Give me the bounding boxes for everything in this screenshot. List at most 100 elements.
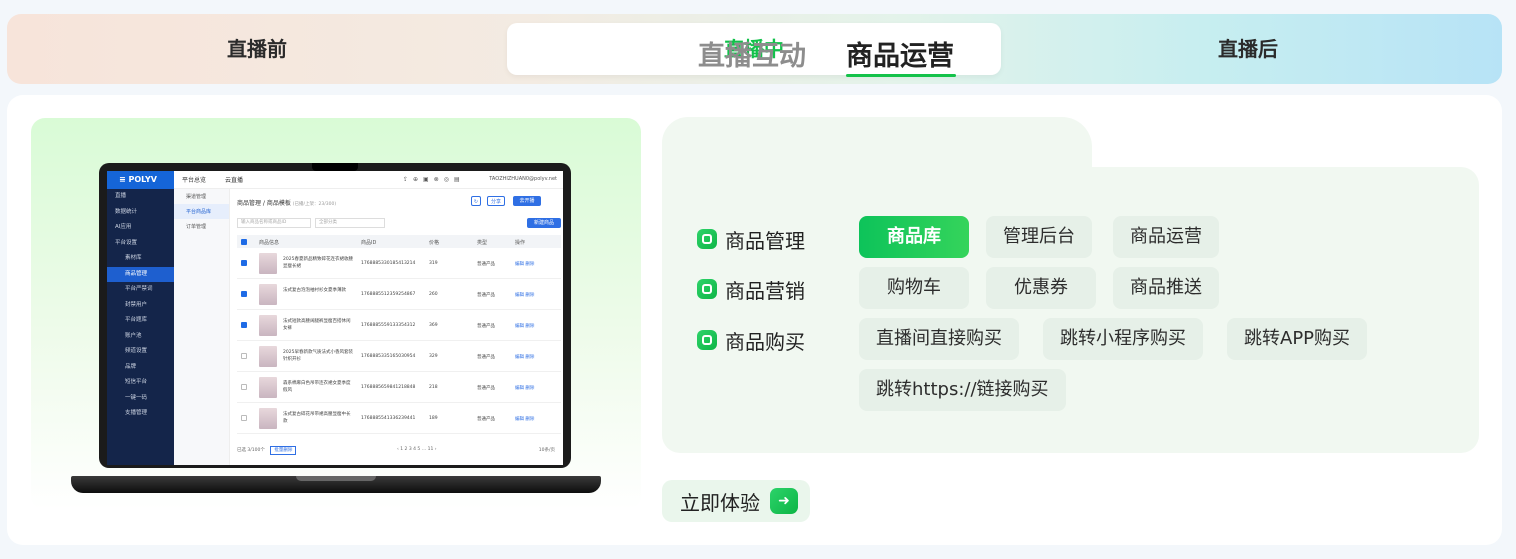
- product-id: 1768885659841218848: [361, 385, 416, 390]
- share-button: 分享: [487, 196, 505, 206]
- row-actions: 编辑 删除: [515, 417, 535, 422]
- col-header: 操作: [515, 240, 526, 246]
- product-id: 1768885559133354312: [361, 323, 416, 328]
- product-id: 1768885512359254867: [361, 292, 416, 297]
- product-id: 1768885335165030954: [361, 354, 416, 359]
- sidebar-item: 直播: [115, 193, 127, 199]
- chip-buy-via-https-link[interactable]: 跳转https://链接购买: [859, 369, 1066, 411]
- laptop-base: [71, 476, 601, 493]
- chip-buy-via-app[interactable]: 跳转APP购买: [1227, 318, 1368, 360]
- table-row: 2025春夏新品精致碎花连衣裙收腰显瘦长裙 176888533018541321…: [237, 248, 561, 279]
- table-row: 法式短款高腰阔腿裤显瘦百搭休闲女裤 1768885559133354312 36…: [237, 310, 561, 341]
- shopping-bag-icon: [697, 330, 717, 350]
- tab-before-live[interactable]: 直播前: [7, 23, 507, 75]
- col-header: 价格: [429, 240, 440, 246]
- product-price: 189: [429, 416, 438, 421]
- sub-sidebar-item: 订单管理: [186, 224, 207, 230]
- row-checkbox: [241, 415, 247, 421]
- coupon-icon: [697, 279, 717, 299]
- crumb-cloud-live: 云直播: [225, 177, 244, 184]
- screen-category-select: 全部分类: [315, 218, 385, 228]
- product-name: 法式短款高腰阔腿裤显瘦百搭休闲女裤: [283, 319, 351, 331]
- sidebar-item: 平台设置: [115, 239, 138, 246]
- screen-main: 商品管理 / 商品模板 (已播/上架：23/300) ↻ 分享 去开播 输入商品…: [230, 189, 563, 465]
- product-id: 1768885541336239441: [361, 416, 416, 421]
- table-row: 2025早春新款气质法式小香风套装针织开衫 176888533516503095…: [237, 341, 561, 372]
- product-price: 260: [429, 292, 438, 297]
- chip-coupon[interactable]: 优惠券: [986, 267, 1096, 309]
- screen-page-title: 商品管理 / 商品模板 (已播/上架：23/300): [237, 200, 337, 207]
- sidebar-item: 平台题库: [125, 317, 148, 323]
- row-actions: 编辑 删除: [515, 324, 535, 329]
- tab-after-live[interactable]: 直播后: [1001, 23, 1495, 75]
- chip-shopping-cart[interactable]: 购物车: [859, 267, 969, 309]
- row-actions: 编辑 删除: [515, 386, 535, 391]
- row-label: 商品营销: [725, 278, 805, 303]
- table-row: 法式复古泡泡袖衬衫女夏季薄款 1768885512359254867 260 普…: [237, 279, 561, 310]
- toolbar-icons: ⇪⊕▣⊗◎▤: [403, 176, 465, 183]
- product-name: 森系棉麻白色吊带连衣裙女夏季度假风: [283, 381, 351, 393]
- product-price: 218: [429, 385, 438, 390]
- sub-sidebar-item: 渠道管理: [186, 194, 207, 200]
- row-actions: 编辑 删除: [515, 262, 535, 267]
- product-name: 法式复古碎花吊带裙高腰显瘦中长款: [283, 412, 351, 424]
- product-thumbnail: [259, 284, 277, 305]
- crumb-platform: 平台总览: [182, 177, 207, 184]
- chip-admin-backend[interactable]: 管理后台: [986, 216, 1092, 258]
- batch-delete-button: 批量删除: [270, 446, 297, 455]
- col-header: 类型: [477, 240, 488, 246]
- sidebar-item: 频道设置: [125, 348, 148, 354]
- product-thumbnail: [259, 408, 277, 429]
- laptop-screen: ≡ POLYV 平台总览 云直播 ⇪⊕▣⊗◎▤ TAOZHIZHUAN0@pol…: [99, 163, 571, 468]
- try-now-button[interactable]: 立即体验 ➜: [662, 480, 810, 522]
- product-thumbnail: [259, 253, 277, 274]
- feature-card: [662, 167, 1479, 453]
- chip-buy-via-miniprogram[interactable]: 跳转小程序购买: [1043, 318, 1203, 360]
- row-checkbox: [241, 291, 247, 297]
- row-actions: 编辑 删除: [515, 355, 535, 360]
- screen-sidebar: 直播 数据统计 AI应用 平台设置 素材库 商品管理 平台严禁词 封禁用户 平台…: [107, 189, 174, 465]
- row-product-marketing: 商品营销: [697, 277, 805, 303]
- user-icon: [697, 229, 717, 249]
- arrow-right-icon: ➜: [770, 488, 798, 514]
- product-type: 普通产品: [477, 355, 495, 360]
- tab-product-operation[interactable]: 商品运营: [846, 34, 954, 73]
- admin-screen: ≡ POLYV 平台总览 云直播 ⇪⊕▣⊗◎▤ TAOZHIZHUAN0@pol…: [107, 171, 563, 465]
- chip-product-push[interactable]: 商品推送: [1113, 267, 1219, 309]
- laptop-notch: [312, 163, 358, 171]
- refresh-icon: ↻: [471, 196, 481, 206]
- row-checkbox: [241, 260, 247, 266]
- try-now-label: 立即体验: [680, 490, 760, 515]
- page-size-select: 10条/页: [538, 448, 555, 453]
- row-label: 商品管理: [725, 228, 805, 253]
- sidebar-item: 品牌: [125, 363, 137, 370]
- page-numbers: ‹ 1 2 3 4 5 … 11 ›: [397, 447, 437, 452]
- chip-buy-in-live-room[interactable]: 直播间直接购买: [859, 318, 1019, 360]
- sidebar-item: 平台严禁词: [125, 286, 153, 292]
- go-live-button: 去开播: [513, 196, 541, 206]
- sidebar-item: AI应用: [115, 224, 132, 230]
- selected-count: 已选 3/100个: [237, 448, 265, 453]
- sub-sidebar-item-active: 平台商品库: [174, 204, 229, 219]
- chip-product-library[interactable]: 商品库: [859, 216, 969, 258]
- select-all-checkbox: [241, 239, 247, 245]
- product-type: 普通产品: [477, 417, 495, 422]
- row-checkbox: [241, 353, 247, 359]
- screen-sub-sidebar: 渠道管理 平台商品库 订单管理: [174, 189, 230, 465]
- product-type: 普通产品: [477, 293, 495, 298]
- product-thumbnail: [259, 346, 277, 367]
- product-name: 法式复古泡泡袖衬衫女夏季薄款: [283, 288, 346, 293]
- polyv-logo: ≡ POLYV: [107, 171, 174, 189]
- product-price: 369: [429, 323, 438, 328]
- tab-live-interaction[interactable]: 直播互动: [698, 34, 806, 73]
- screen-search-input: 输入商品名称或商品ID: [237, 218, 311, 228]
- sidebar-item: 素材库: [125, 255, 142, 261]
- sidebar-item: 账户池: [125, 332, 142, 339]
- row-product-purchase: 商品购买: [697, 328, 805, 354]
- sidebar-item: 一键一码: [125, 394, 148, 401]
- product-type: 普通产品: [477, 324, 495, 329]
- product-price: 329: [429, 354, 438, 359]
- chip-product-operation[interactable]: 商品运营: [1113, 216, 1219, 258]
- sidebar-item: 封禁用户: [125, 301, 148, 308]
- sidebar-item-active: 商品管理: [107, 266, 174, 282]
